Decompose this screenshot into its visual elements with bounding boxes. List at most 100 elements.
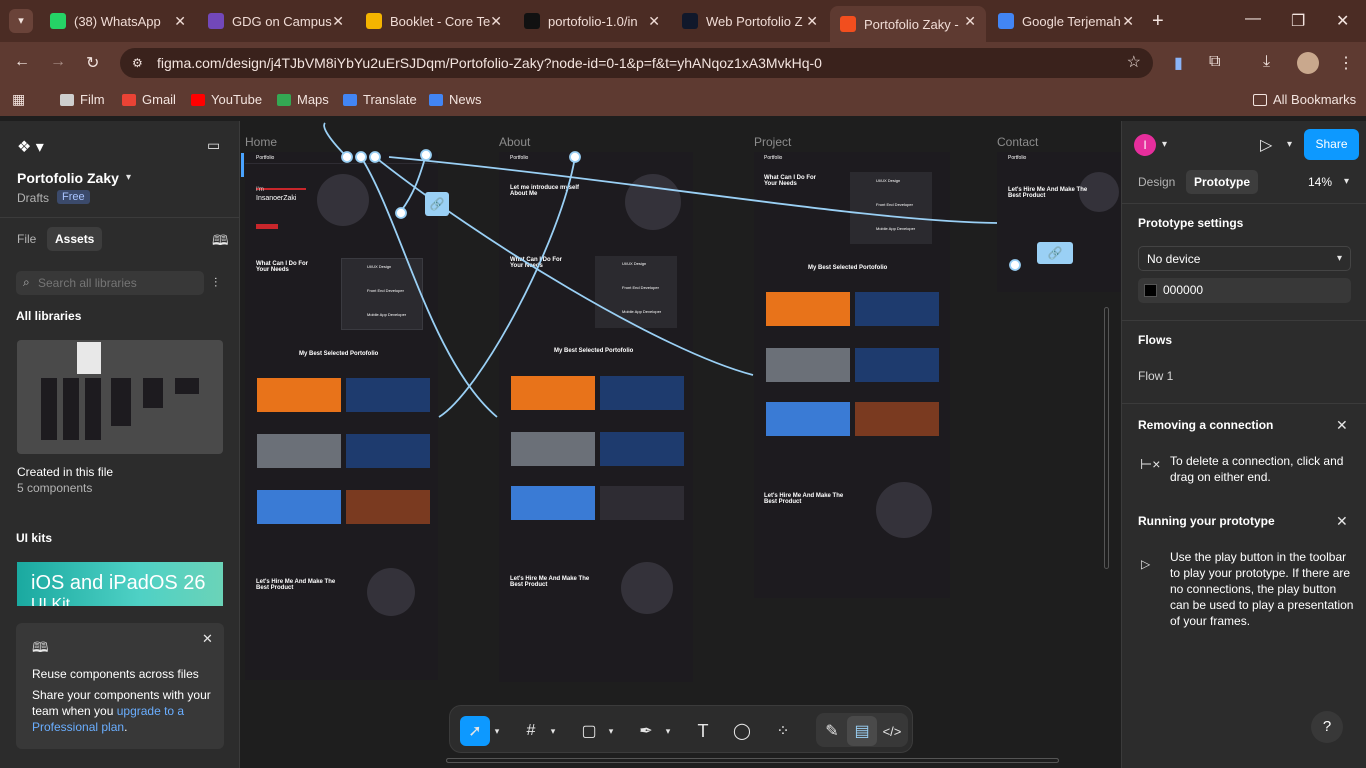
connection-handle[interactable] <box>341 151 353 163</box>
file-name[interactable]: Portofolio Zaky <box>17 170 119 186</box>
zoom-chevron-icon[interactable]: ▾ <box>1344 176 1349 187</box>
close-window-icon[interactable]: ✕ <box>1336 11 1349 31</box>
browser-tab[interactable]: Booklet - Core Te ✕ <box>356 6 512 36</box>
close-icon[interactable]: ✕ <box>1336 417 1348 434</box>
close-tab-icon[interactable]: ✕ <box>332 13 344 30</box>
canvas-scrollbar-v[interactable] <box>1104 307 1109 569</box>
connection-handle[interactable] <box>420 149 432 161</box>
play-icon[interactable]: ▷ <box>1260 135 1272 155</box>
close-tab-icon[interactable]: ✕ <box>648 13 660 30</box>
library-thumbnail[interactable] <box>17 340 223 454</box>
url-field[interactable]: ⚙ figma.com/design/j4TJbVM8iYbYu2uErSJDq… <box>120 48 1153 78</box>
pen-tool[interactable]: ✒ <box>631 716 661 746</box>
browser-tab[interactable]: Web Portofolio Z ✕ <box>672 6 828 36</box>
menu-dots-icon[interactable]: ⋮ <box>1338 53 1354 73</box>
actions-tool[interactable]: ⁘ <box>768 716 798 746</box>
design-mode[interactable]: ▤ <box>847 716 877 746</box>
forward-icon[interactable]: → <box>50 53 66 71</box>
browser-tab[interactable]: Portofolio Zaky - ✕ <box>830 6 986 42</box>
prototype-connections[interactable] <box>241 121 1121 768</box>
profile-avatar[interactable] <box>1297 52 1319 74</box>
move-chevron-icon[interactable]: ▾ <box>490 716 504 746</box>
new-tab-icon[interactable]: + <box>1152 10 1164 33</box>
close-icon[interactable]: ✕ <box>1336 513 1348 530</box>
figma-menu-icon[interactable]: ❖ ▾ <box>17 137 44 157</box>
browser-tab[interactable]: portofolio-1.0/in ✕ <box>514 6 670 36</box>
connection-handle[interactable] <box>395 207 407 219</box>
connection-about-home[interactable] <box>438 156 576 418</box>
back-icon[interactable]: ← <box>14 53 30 71</box>
draw-mode[interactable]: ✎ <box>817 716 847 746</box>
close-tab-icon[interactable]: ✕ <box>806 13 818 30</box>
connection-home-contact[interactable] <box>388 156 998 224</box>
library-book-icon[interactable]: 🕮 <box>212 230 229 254</box>
tab-file[interactable]: File <box>17 232 36 246</box>
comment-tool[interactable]: ◯ <box>727 716 757 746</box>
promo-close-icon[interactable]: ✕ <box>202 631 213 647</box>
download-icon[interactable]: ⤓ <box>1263 53 1270 71</box>
connection-home-project[interactable] <box>374 156 754 376</box>
connection-nav-top[interactable] <box>323 122 348 158</box>
dev-mode[interactable]: </> <box>877 716 907 746</box>
frame-tool[interactable]: # <box>516 716 546 746</box>
frame-chevron-icon[interactable]: ▾ <box>546 716 560 746</box>
browser-tab[interactable]: (38) WhatsApp ✕ <box>40 6 196 36</box>
browser-tab[interactable]: Google Terjemah ✕ <box>988 6 1144 36</box>
drafts-label[interactable]: Drafts <box>17 191 49 205</box>
close-tab-icon[interactable]: ✕ <box>490 13 502 30</box>
link-icon[interactable]: 🔗 <box>425 192 449 216</box>
all-bookmarks[interactable]: All Bookmarks <box>1253 92 1356 107</box>
bookmark-star-icon[interactable]: ☆ <box>1127 48 1141 78</box>
canvas[interactable]: Home About Project Contact Portfolio I'm… <box>241 121 1121 768</box>
pen-chevron-icon[interactable]: ▾ <box>661 716 675 746</box>
shape-tool[interactable]: ▢ <box>574 716 604 746</box>
bookmark-gmail[interactable]: Gmail <box>122 92 176 107</box>
bookmark-maps[interactable]: Maps <box>277 92 329 107</box>
connection-handle[interactable] <box>369 151 381 163</box>
search-input[interactable] <box>38 274 198 292</box>
site-info-icon[interactable]: ⚙ <box>132 48 143 78</box>
flow-1[interactable]: Flow 1 <box>1138 369 1173 383</box>
bookmark-film[interactable]: Film <box>60 92 105 107</box>
tab-prototype[interactable]: Prototype <box>1186 170 1259 194</box>
text-tool[interactable]: T <box>688 716 718 746</box>
tab-search-icon[interactable]: ▾ <box>9 9 33 33</box>
move-tool[interactable]: ➚ <box>460 716 490 746</box>
maximize-icon[interactable]: ❐ <box>1291 11 1305 31</box>
close-tab-icon[interactable]: ✕ <box>1122 13 1134 30</box>
color-swatch[interactable] <box>1144 284 1157 297</box>
help-button[interactable]: ? <box>1311 711 1343 743</box>
filter-icon[interactable]: ⫶ <box>214 275 217 291</box>
ios-kit-card[interactable]: iOS and iPadOS 26 UI Kit <box>17 562 223 606</box>
connection-handle[interactable] <box>569 151 581 163</box>
avatar-chevron-icon[interactable]: ▾ <box>1162 139 1167 150</box>
bookmark-news[interactable]: News <box>429 92 482 107</box>
bookmark-youtube[interactable]: YouTube <box>191 92 262 107</box>
extensions-puzzle-icon[interactable]: ⧉ <box>1209 53 1220 71</box>
connection-handle[interactable] <box>1009 259 1021 271</box>
user-avatar[interactable]: I <box>1134 134 1156 156</box>
tab-design[interactable]: Design <box>1138 175 1175 189</box>
bookmark-translate[interactable]: Translate <box>343 92 417 107</box>
connection-nav-home[interactable] <box>400 154 427 212</box>
play-chevron-icon[interactable]: ▾ <box>1287 139 1292 150</box>
zoom-level[interactable]: 14% <box>1308 175 1332 189</box>
shape-chevron-icon[interactable]: ▾ <box>604 716 618 746</box>
link-icon[interactable]: 🔗 <box>1037 242 1073 264</box>
background-color-field[interactable]: 000000 <box>1138 278 1351 303</box>
browser-tab[interactable]: GDG on Campus ✕ <box>198 6 354 36</box>
connection-handle[interactable] <box>355 151 367 163</box>
close-tab-icon[interactable]: ✕ <box>964 13 976 30</box>
file-name-chevron-icon[interactable]: ▾ <box>126 172 131 183</box>
minimize-icon[interactable]: — <box>1245 10 1261 28</box>
close-tab-icon[interactable]: ✕ <box>174 13 186 30</box>
play-outline-icon: ▷ <box>1141 557 1151 571</box>
toggle-panel-icon[interactable]: ▭ <box>207 137 220 154</box>
device-select[interactable]: No device ▾ <box>1138 246 1351 271</box>
apps-grid-icon[interactable]: ▦ <box>12 91 25 108</box>
library-search[interactable]: ⌕ <box>16 271 204 295</box>
reload-icon[interactable]: ↻ <box>86 53 99 73</box>
tab-assets[interactable]: Assets <box>47 227 103 251</box>
extension-icon[interactable]: ▮ <box>1174 53 1183 73</box>
share-button[interactable]: Share <box>1304 129 1359 160</box>
